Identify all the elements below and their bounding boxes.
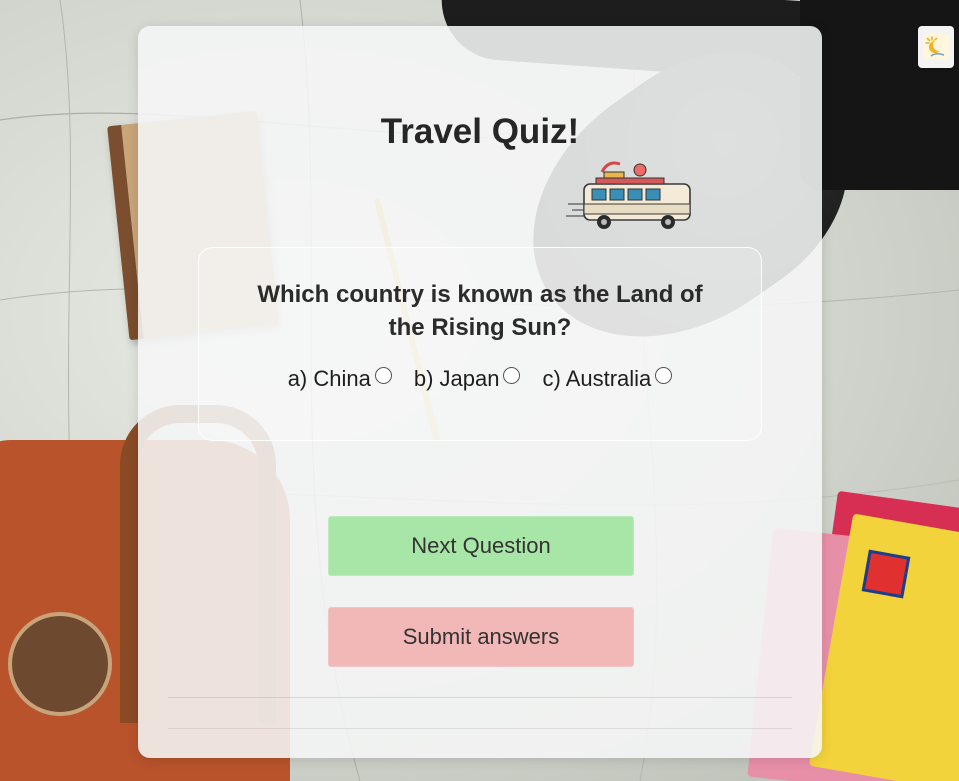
option-label: b) Japan xyxy=(413,366,500,391)
backpack-logo-patch xyxy=(8,612,112,716)
option-label: c) Australia xyxy=(542,366,652,391)
submit-answers-button[interactable]: Submit answers xyxy=(328,607,634,667)
answer-options: a) China b) Japan c) Australia xyxy=(199,366,761,392)
theme-toggle-button[interactable] xyxy=(918,26,954,68)
divider xyxy=(168,697,792,698)
quiz-title: Travel Quiz! xyxy=(380,112,580,151)
option-radio[interactable] xyxy=(503,366,521,384)
divider xyxy=(168,728,792,729)
sun-moon-icon xyxy=(923,34,949,60)
option-radio[interactable] xyxy=(374,366,392,384)
next-question-button[interactable]: Next Question xyxy=(328,516,634,576)
camper-van-icon xyxy=(566,161,691,229)
question-box: Which country is known as the Land of th… xyxy=(198,247,762,441)
option-radio[interactable] xyxy=(655,366,673,384)
option-china[interactable]: a) China xyxy=(288,366,392,392)
option-australia[interactable]: c) Australia xyxy=(542,366,673,392)
question-text: Which country is known as the Land of th… xyxy=(257,281,703,341)
option-label: a) China xyxy=(287,366,371,391)
option-japan[interactable]: b) Japan xyxy=(414,366,521,392)
quiz-card: Travel Quiz! Which country is known as t… xyxy=(138,26,822,758)
